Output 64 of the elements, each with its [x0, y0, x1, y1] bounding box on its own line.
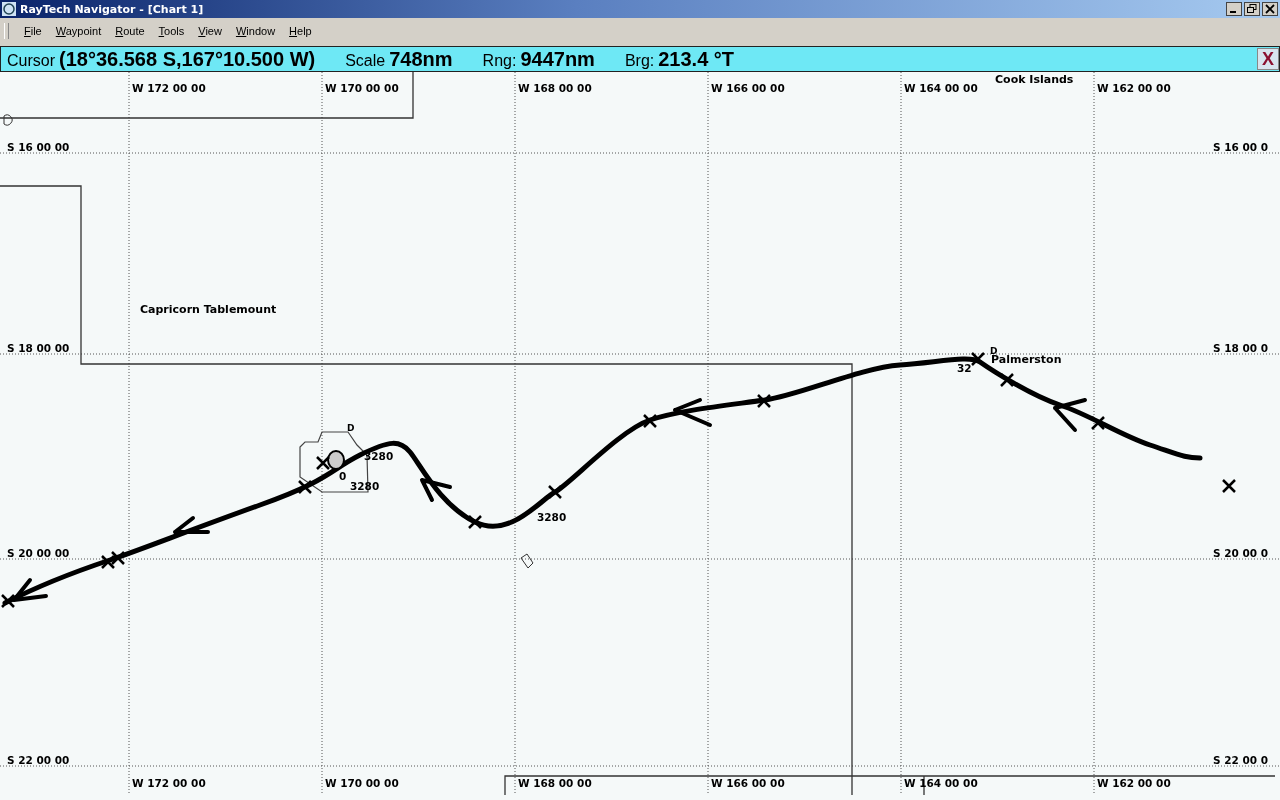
longitude-label: W 162 00 00 — [1097, 777, 1171, 789]
readout-value: 748nm — [389, 47, 453, 71]
waypoint-mark[interactable] — [1221, 478, 1237, 494]
menu-item[interactable]: File — [17, 25, 49, 37]
readout-label: Brg: — [624, 52, 655, 70]
depth-label: 3280 — [350, 480, 380, 492]
latitude-label: S 20 00 00 — [7, 547, 70, 559]
menu-item[interactable]: Window — [228, 25, 283, 37]
longitude-label: W 168 00 00 — [518, 82, 592, 94]
menu-item[interactable]: Tools — [151, 25, 192, 37]
longitude-label: W 162 00 00 — [1097, 82, 1171, 94]
restore-button[interactable] — [1244, 2, 1260, 16]
longitude-label: W 166 00 00 — [711, 82, 785, 94]
menu-item[interactable]: Waypoint — [48, 25, 109, 37]
window-title: RayTech Navigator - [Chart 1] — [20, 2, 205, 16]
longitude-label: W 172 00 00 — [132, 777, 206, 789]
readout-label: Rng: — [482, 52, 517, 70]
waypoint-mark[interactable] — [970, 351, 986, 367]
latitude-label: S 20 00 0 — [1213, 547, 1269, 559]
latitude-label: S 22 00 00 — [7, 754, 70, 766]
waypoint-mark[interactable] — [110, 550, 126, 566]
waypoint-mark[interactable] — [315, 455, 331, 471]
latitude-label: S 22 00 0 — [1213, 754, 1269, 766]
longitude-label: W 168 00 00 — [518, 777, 592, 789]
readout-label: Cursor — [7, 52, 55, 70]
place-label: Cook Islands — [995, 73, 1074, 86]
latitude-label: S 16 00 00 — [7, 141, 70, 153]
latitude-label: S 16 00 0 — [1213, 141, 1269, 153]
readout-label: Scale — [345, 52, 386, 70]
menu-item[interactable]: Help — [282, 25, 319, 37]
depth-label: 3280 — [364, 450, 394, 462]
close-bar-button[interactable]: X — [1257, 48, 1279, 70]
close-button[interactable] — [1262, 2, 1278, 16]
latitude-label: S 18 00 00 — [7, 342, 70, 354]
waypoint-mark[interactable] — [547, 484, 563, 500]
latitude-label: S 18 00 0 — [1213, 342, 1269, 354]
longitude-label: W 166 00 00 — [711, 777, 785, 789]
longitude-label: W 164 00 00 — [904, 82, 978, 94]
waypoint-mark[interactable] — [297, 479, 313, 495]
depth-label: 3280 — [537, 511, 567, 523]
waypoint-mark[interactable] — [756, 393, 772, 409]
waypoint-mark[interactable] — [642, 413, 658, 429]
longitude-label: W 172 00 00 — [132, 82, 206, 94]
depth-label: 0 — [339, 470, 347, 482]
menu-item[interactable]: View — [191, 25, 229, 37]
minimize-button[interactable] — [1226, 2, 1242, 16]
waypoint-mark[interactable] — [100, 554, 116, 570]
place-label: Palmerston — [991, 353, 1062, 366]
longitude-label: W 164 00 00 — [904, 777, 978, 789]
depth-label: 32 — [957, 362, 972, 374]
menu-item[interactable]: Route — [108, 25, 152, 37]
app-icon — [2, 2, 16, 16]
mark-label: D — [347, 423, 355, 433]
readout-value: 213.4 °T — [658, 47, 735, 71]
place-label: Capricorn Tablemount — [140, 303, 277, 316]
longitude-label: W 170 00 00 — [325, 777, 399, 789]
waypoint-mark[interactable] — [0, 593, 16, 609]
longitude-label: W 170 00 00 — [325, 82, 399, 94]
readout-value: 9447nm — [520, 47, 595, 71]
mark-label: D — [990, 346, 998, 356]
waypoint-mark[interactable] — [467, 514, 483, 530]
waypoint-mark[interactable] — [1090, 415, 1106, 431]
waypoint-mark[interactable] — [999, 372, 1015, 388]
readout-value: (18°36.568 S,167°10.500 W) — [59, 47, 316, 71]
